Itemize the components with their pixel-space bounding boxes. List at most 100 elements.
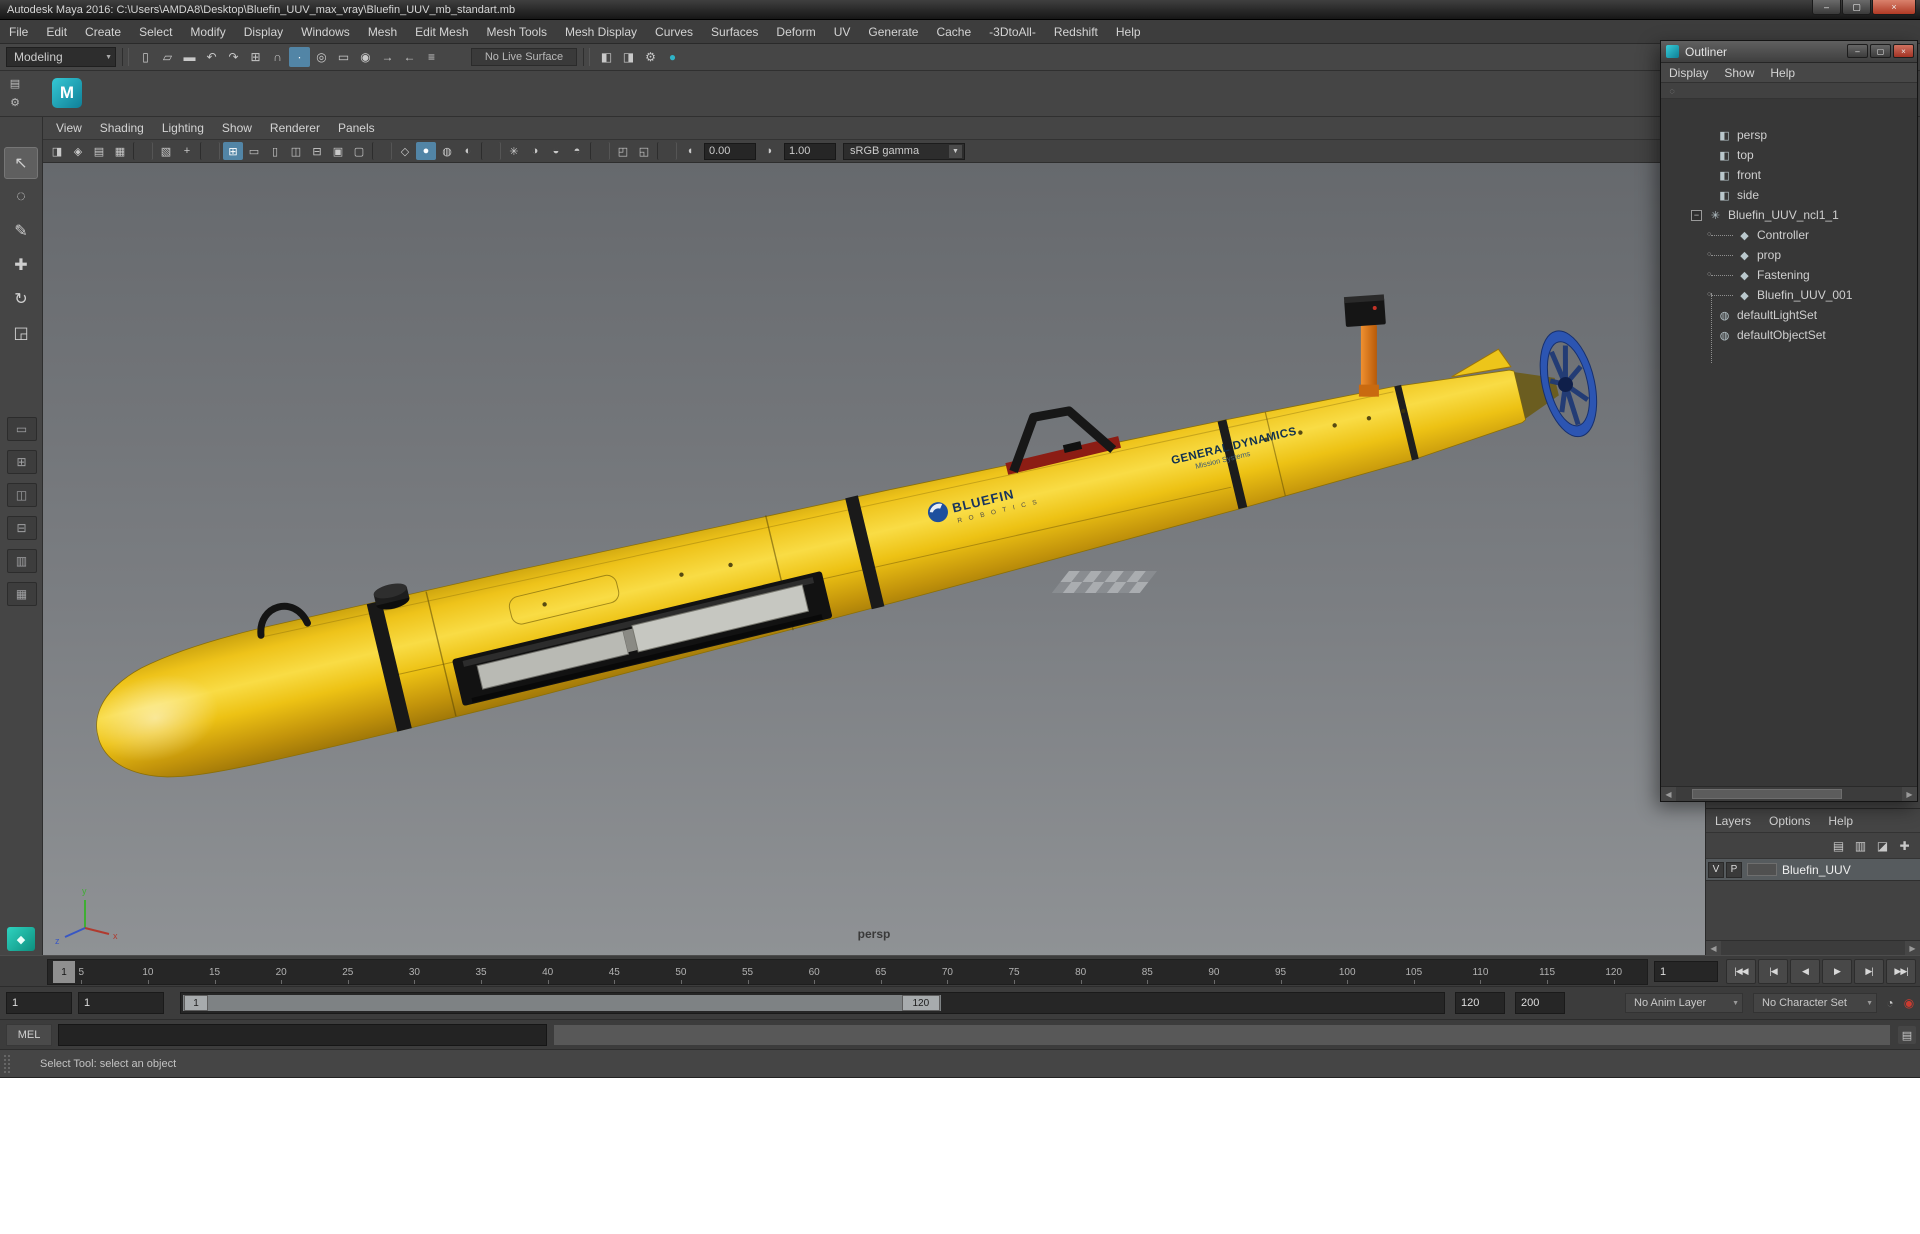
viewport-3d-canvas[interactable]: BLUEFIN R O B O T I C S GENERAL DYNAMICS… (43, 163, 1705, 955)
lasso-tool-icon[interactable]: ◌ (4, 181, 38, 213)
layer-editor-scrollbar[interactable]: ◀ ▶ (1706, 940, 1920, 955)
layers-new-icon[interactable]: ✚ (1895, 837, 1914, 855)
render-settings-icon[interactable]: ⚙ (640, 47, 661, 67)
outliner-maximize-button[interactable]: ▢ (1870, 44, 1891, 58)
layout-three-top-icon[interactable]: ◫ (6, 483, 37, 507)
vp-gamma-icon[interactable]: ◗ (760, 142, 780, 160)
live-surface-field[interactable]: No Live Surface (471, 48, 577, 66)
outliner-menu-item[interactable]: Display (1661, 63, 1716, 82)
vp-safe-action-icon[interactable]: ▣ (328, 142, 348, 160)
snap-to-view-plane-icon[interactable]: ▭ (333, 47, 354, 67)
scroll-left-icon[interactable]: ◀ (1661, 787, 1676, 801)
gamma-field[interactable] (784, 142, 836, 160)
menu-item[interactable]: Edit Mesh (406, 20, 477, 43)
time-tick[interactable]: 80 (1047, 960, 1114, 984)
menu-set-selector[interactable]: Modeling ▼ (6, 47, 116, 67)
title-bar[interactable]: Autodesk Maya 2016: C:\Users\AMDA8\Deskt… (0, 0, 1920, 20)
menu-item[interactable]: Windows (292, 20, 359, 43)
new-scene-icon[interactable]: ▯ (135, 47, 156, 67)
open-scene-icon[interactable]: ▱ (157, 47, 178, 67)
time-tick[interactable]: 25 (315, 960, 382, 984)
layer-editor-menu-item[interactable]: Options (1760, 809, 1819, 832)
menu-item[interactable]: UV (825, 20, 860, 43)
panel-menu-item[interactable]: Lighting (153, 117, 213, 139)
rotate-tool-icon[interactable]: ↻ (4, 283, 38, 315)
menu-item[interactable]: Select (130, 20, 181, 43)
time-tick[interactable]: 45 (581, 960, 648, 984)
playback-range-bar[interactable]: 1 120 (183, 995, 941, 1011)
outliner-item[interactable]: − ◆ Fastening (1661, 265, 1917, 285)
vp-shadows-icon[interactable]: ◑ (525, 142, 545, 160)
minimize-button[interactable]: – (1812, 0, 1841, 15)
redo-icon[interactable]: ↷ (223, 47, 244, 67)
time-tick[interactable]: 115 (1514, 960, 1581, 984)
vp-ssao-icon[interactable]: ◒ (546, 142, 566, 160)
menu-item[interactable]: Deform (767, 20, 824, 43)
panel-menu-item[interactable]: Shading (91, 117, 153, 139)
outliner-item[interactable]: − ◧ side (1661, 185, 1917, 205)
menu-item[interactable]: -3DtoAll- (980, 20, 1045, 43)
move-tool-icon[interactable]: ✚ (4, 249, 38, 281)
outliner-item[interactable]: − ◆ prop (1661, 245, 1917, 265)
outliner-scrollbar[interactable]: ◀ ▶ (1661, 786, 1917, 801)
time-tick[interactable]: 95 (1247, 960, 1314, 984)
time-tick[interactable]: 15 (181, 960, 248, 984)
time-tick[interactable]: 35 (448, 960, 515, 984)
animation-start-field[interactable] (6, 992, 72, 1014)
layout-two-icon[interactable]: ▥ (6, 549, 37, 573)
command-result-field[interactable] (553, 1024, 1891, 1046)
time-tick[interactable]: 90 (1181, 960, 1248, 984)
time-tick[interactable]: 105 (1381, 960, 1448, 984)
outliner-menu-item[interactable]: Show (1716, 63, 1762, 82)
time-tick[interactable]: 100 (1314, 960, 1381, 984)
menu-item[interactable]: Help (1107, 20, 1150, 43)
menu-item[interactable]: Create (76, 20, 130, 43)
restore-button[interactable]: ▢ (1842, 0, 1871, 15)
panel-menu-item[interactable]: Panels (329, 117, 384, 139)
view-transform-dropdown[interactable]: sRGB gamma ▼ (843, 142, 965, 160)
outliner-close-button[interactable]: × (1893, 44, 1914, 58)
time-tick[interactable]: 10 (115, 960, 182, 984)
shelf-options-icon[interactable]: ⚙ (6, 94, 24, 110)
step-back-frame-button[interactable]: |◀ (1758, 959, 1788, 984)
menu-item[interactable]: Generate (859, 20, 927, 43)
go-to-start-button[interactable]: |◀◀ (1726, 959, 1756, 984)
time-tick[interactable]: 60 (781, 960, 848, 984)
scroll-right-icon[interactable]: ▶ (1905, 941, 1920, 955)
menu-item[interactable]: Mesh Tools (478, 20, 556, 43)
snap-to-curve-icon[interactable]: ∩ (267, 47, 288, 67)
time-tick[interactable]: 30 (381, 960, 448, 984)
display-layer-row[interactable]: V P Bluefin_UUV (1706, 859, 1920, 881)
select-tool-icon[interactable]: ↖ (4, 147, 38, 179)
layer-playback-toggle[interactable]: P (1726, 861, 1742, 878)
menu-item[interactable]: Mesh Display (556, 20, 646, 43)
outliner-menu-item[interactable]: Help (1762, 63, 1803, 82)
outliner-item[interactable]: − ✳ Bluefin_UUV_ncl1_1 (1661, 205, 1917, 225)
time-tick[interactable]: 55 (714, 960, 781, 984)
go-to-end-button[interactable]: ▶▶| (1886, 959, 1916, 984)
anim-layer-dropdown[interactable]: No Anim Layer ▼ (1625, 993, 1743, 1013)
scrollbar-thumb[interactable] (1692, 789, 1842, 799)
close-button[interactable]: × (1872, 0, 1916, 15)
paint-select-tool-icon[interactable]: ✎ (4, 215, 38, 247)
outliner-item[interactable]: − ◧ front (1661, 165, 1917, 185)
construction-history-icon[interactable]: ≡ (421, 47, 442, 67)
outliner-title-bar[interactable]: Outliner – ▢ × (1661, 41, 1917, 63)
time-tick[interactable]: 65 (848, 960, 915, 984)
viewport-3d-scene[interactable]: BLUEFIN R O B O T I C S GENERAL DYNAMICS… (43, 163, 1705, 955)
menu-item[interactable]: Display (235, 20, 292, 43)
outliner-tree[interactable]: − ◧ persp − ◧ top − ◧ front (1661, 99, 1917, 786)
panel-menu-item[interactable]: Renderer (261, 117, 329, 139)
outliner-item[interactable]: − ◧ persp (1661, 125, 1917, 145)
snap-to-grid-icon[interactable]: ⊞ (245, 47, 266, 67)
vp-gate-mask-icon[interactable]: ◫ (286, 142, 306, 160)
time-tick[interactable]: 40 (514, 960, 581, 984)
status-group-separator[interactable] (583, 48, 590, 66)
menu-item[interactable]: Modify (181, 20, 234, 43)
vp-film-gate-icon[interactable]: ▭ (244, 142, 264, 160)
menu-item[interactable]: Edit (37, 20, 76, 43)
outliner-item[interactable]: − ◆ Bluefin_UUV_001 (1661, 285, 1917, 305)
script-editor-icon[interactable]: ▤ (1898, 1026, 1916, 1044)
time-tick[interactable]: 120 (1580, 960, 1647, 984)
vp-grid-icon[interactable]: ⊞ (223, 142, 243, 160)
